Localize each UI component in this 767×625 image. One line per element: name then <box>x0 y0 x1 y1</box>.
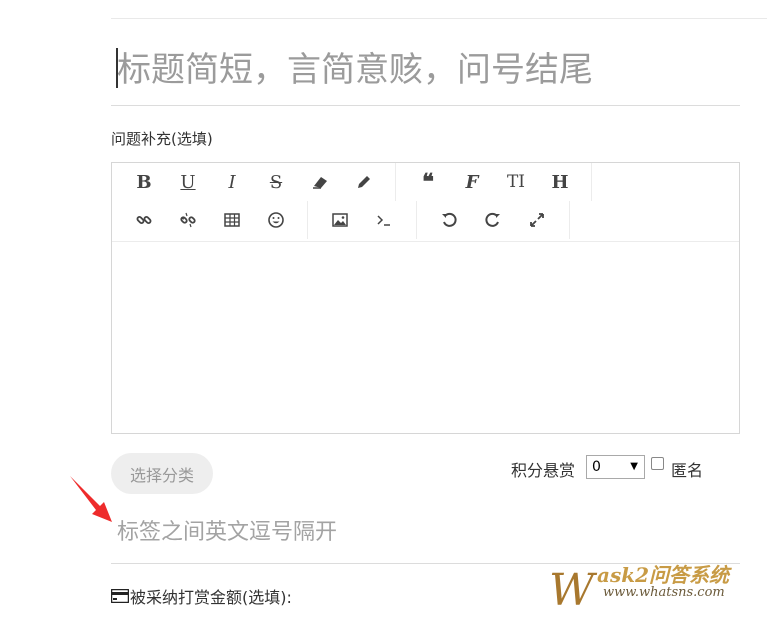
watermark-initial: W <box>549 565 595 616</box>
text-caret <box>116 48 118 88</box>
editor-toolbar: B U I S ❝ F TI H <box>112 163 739 242</box>
redo-icon[interactable] <box>471 201 515 239</box>
bold-icon[interactable]: B <box>122 163 166 201</box>
underline-icon[interactable]: U <box>166 163 210 201</box>
fullscreen-icon[interactable] <box>515 201 559 239</box>
credit-card-icon <box>111 589 129 603</box>
pencil-icon[interactable] <box>342 163 386 201</box>
link-icon[interactable] <box>122 201 166 239</box>
anonymous-label: 匿名 <box>671 461 704 480</box>
watermark-url: www.whatsns.com <box>603 585 725 600</box>
toolbar-group-media <box>308 201 417 239</box>
top-divider <box>111 18 767 19</box>
unlink-icon[interactable] <box>166 201 210 239</box>
code-icon[interactable] <box>362 201 406 239</box>
heading-icon[interactable]: H <box>538 163 582 201</box>
select-category-button[interactable]: 选择分类 <box>111 453 213 494</box>
rich-text-editor: B U I S ❝ F TI H <box>111 162 740 434</box>
editor-content-area[interactable] <box>112 243 739 433</box>
toolbar-group-format: B U I S <box>112 163 396 201</box>
watermark-title: ask2问答系统 <box>597 563 729 587</box>
bounty-select[interactable]: 0 ▼ <box>586 455 645 479</box>
reward-row: 被采纳打赏金额(选填): <box>111 584 292 608</box>
bounty-label: 积分悬赏 <box>511 461 576 480</box>
title-input[interactable] <box>111 40 740 100</box>
toolbar-group-history <box>417 201 570 239</box>
tag-input[interactable] <box>111 512 740 552</box>
strikethrough-icon[interactable]: S <box>254 163 298 201</box>
emoji-icon[interactable] <box>254 201 298 239</box>
font-icon[interactable]: F <box>450 163 494 201</box>
eraser-icon[interactable] <box>298 163 342 201</box>
chevron-down-icon: ▼ <box>630 461 638 472</box>
toolbar-group-insert <box>112 201 308 239</box>
quote-icon[interactable]: ❝ <box>406 163 450 201</box>
bounty-selected-value: 0 <box>592 459 601 475</box>
italic-icon[interactable]: I <box>210 163 254 201</box>
supplement-label: 问题补充(选填) <box>111 130 213 148</box>
undo-icon[interactable] <box>427 201 471 239</box>
font-size-icon[interactable]: TI <box>494 163 538 201</box>
table-icon[interactable] <box>210 201 254 239</box>
image-icon[interactable] <box>318 201 362 239</box>
watermark-logo: W ask2问答系统 www.whatsns.com <box>545 555 760 617</box>
toolbar-group-text: ❝ F TI H <box>396 163 592 201</box>
title-field-wrapper <box>111 40 740 106</box>
reward-label: 被采纳打赏金额(选填): <box>130 588 292 607</box>
anonymous-checkbox[interactable] <box>651 457 664 470</box>
